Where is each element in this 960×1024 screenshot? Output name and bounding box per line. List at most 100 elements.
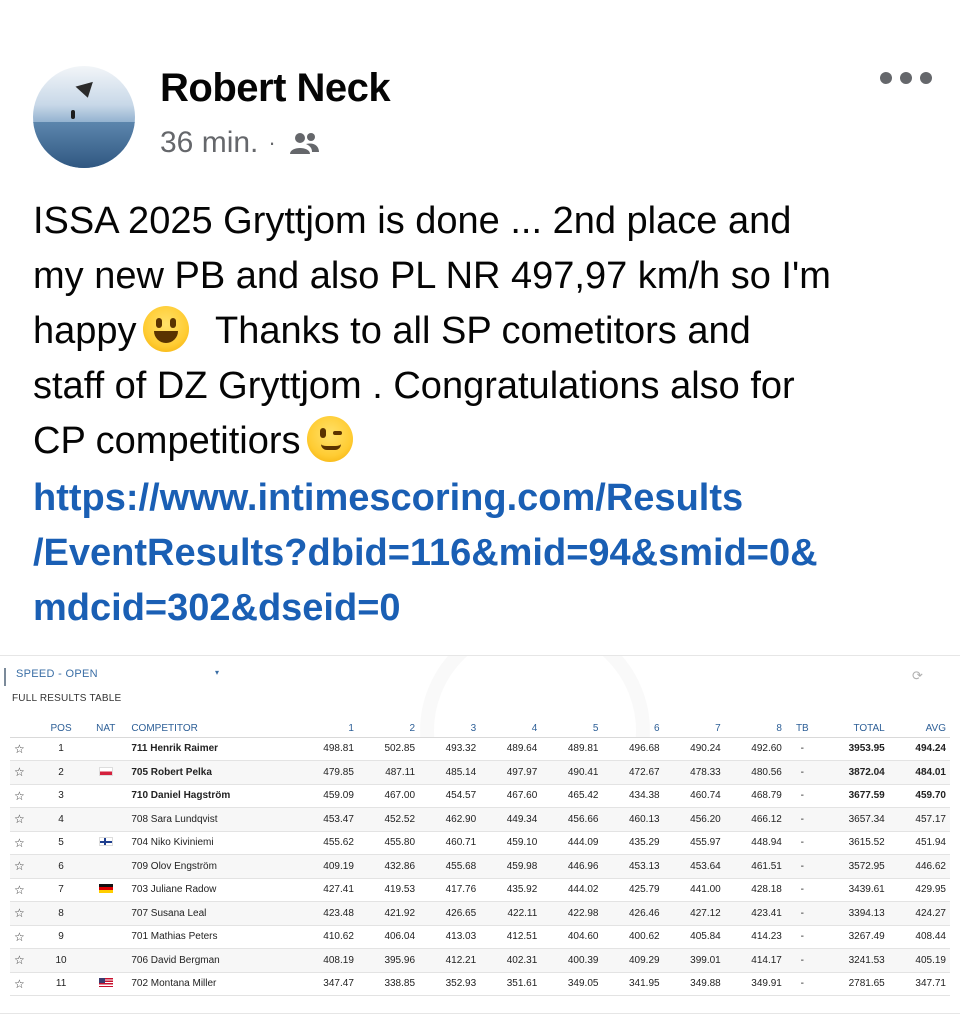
- column-header[interactable]: 3: [419, 720, 481, 738]
- favorite-star-icon[interactable]: ☆: [10, 854, 38, 879]
- column-header[interactable]: AVG: [888, 720, 950, 738]
- table-row[interactable]: ☆ 8 707 Susana Leal 423.48 421.92 426.65 422.1…: [10, 901, 950, 926]
- flag-icon: [98, 884, 113, 894]
- table-row[interactable]: ☆ 1 711 Henrik Raimer 498.81 502.85 493.32 489…: [10, 737, 950, 761]
- nationality-cell: [84, 972, 128, 996]
- favorite-star-icon[interactable]: ☆: [10, 807, 38, 832]
- table-row[interactable]: ☆ 7 703 Juliane Radow 427.41 419.53 417.76 435…: [10, 878, 950, 902]
- link-line[interactable]: mdcid=302&dseid=0: [33, 581, 933, 636]
- column-header[interactable]: NAT: [84, 720, 128, 738]
- results-image[interactable]: SPEED - OPEN ▾ ⟳ FULL RESULTS TABLE POS …: [0, 655, 960, 1014]
- favorite-star-icon[interactable]: ☆: [10, 972, 38, 996]
- r7-cell: 490.24: [663, 737, 725, 761]
- favorite-star-icon[interactable]: ☆: [10, 901, 38, 926]
- table-row[interactable]: ☆ 6 709 Olov Engström 409.19 432.86 455.68 459…: [10, 854, 950, 879]
- results-subtitle: FULL RESULTS TABLE: [12, 693, 122, 704]
- more-dot: [900, 72, 912, 84]
- nationality-cell: [84, 878, 128, 902]
- nationality-cell: [84, 831, 128, 855]
- r5-cell: 349.05: [541, 972, 603, 996]
- favorite-star-icon[interactable]: ☆: [10, 737, 38, 761]
- r8-cell: 480.56: [724, 760, 786, 785]
- grinning-face-icon: [142, 306, 189, 352]
- r5-cell: 465.42: [541, 784, 603, 808]
- post-line-text: happy: [33, 310, 137, 352]
- r1-cell: 423.48: [296, 901, 358, 926]
- r3-cell: 454.57: [419, 784, 481, 808]
- avatar-horizon: [33, 122, 135, 168]
- column-header[interactable]: 6: [602, 720, 664, 738]
- table-row[interactable]: ☆ 9 701 Mathias Peters 410.62 406.04 413.03 41…: [10, 925, 950, 949]
- nationality-cell: [84, 948, 128, 973]
- category-select[interactable]: SPEED - OPEN: [16, 668, 98, 680]
- total-cell: 3439.61: [818, 878, 889, 902]
- r6-cell: 400.62: [602, 925, 664, 949]
- column-header[interactable]: 1: [296, 720, 358, 738]
- total-cell: 3267.49: [818, 925, 889, 949]
- table-row[interactable]: ☆ 10 706 David Bergman 408.19 395.96 412.21 40…: [10, 948, 950, 973]
- favorite-star-icon[interactable]: ☆: [10, 925, 38, 949]
- column-header-star: [10, 720, 38, 738]
- r2-cell: 487.11: [357, 760, 420, 785]
- r5-cell: 490.41: [541, 760, 603, 785]
- favorite-star-icon[interactable]: ☆: [10, 878, 38, 902]
- column-header[interactable]: 8: [724, 720, 786, 738]
- table-row[interactable]: ☆ 4 708 Sara Lundqvist 453.47 452.52 462.90 44…: [10, 807, 950, 832]
- favorite-star-icon[interactable]: ☆: [10, 760, 38, 785]
- results-link[interactable]: https://www.intimescoring.com/Results /E…: [33, 471, 933, 636]
- column-header[interactable]: 7: [663, 720, 725, 738]
- r7-cell: 399.01: [663, 948, 725, 973]
- table-row[interactable]: ☆ 2 705 Robert Pelka 479.85 487.11 485.14 497.…: [10, 760, 950, 785]
- post-time[interactable]: 36 min.: [160, 126, 258, 160]
- competitor-cell: 707 Susana Leal: [127, 901, 297, 926]
- author-name[interactable]: Robert Neck: [160, 66, 391, 111]
- total-cell: 3241.53: [818, 948, 889, 973]
- r3-cell: 462.90: [419, 807, 481, 832]
- r2-cell: 338.85: [357, 972, 420, 996]
- column-header[interactable]: POS: [38, 720, 85, 738]
- competitor-cell: 702 Montana Miller: [127, 972, 297, 996]
- link-line[interactable]: /EventResults?dbid=116&mid=94&smid=0&: [33, 526, 933, 581]
- more-options-icon[interactable]: [880, 72, 932, 84]
- r3-cell: 485.14: [419, 760, 481, 785]
- r7-cell: 349.88: [663, 972, 725, 996]
- r5-cell: 422.98: [541, 901, 603, 926]
- chevron-down-icon[interactable]: ▾: [215, 668, 219, 677]
- column-header[interactable]: 4: [480, 720, 542, 738]
- table-row[interactable]: ☆ 11 702 Montana Miller 347.47 338.85 352.93 3…: [10, 972, 950, 996]
- competitor-cell: 709 Olov Engström: [127, 854, 297, 879]
- r5-cell: 444.02: [541, 878, 603, 902]
- avatar-flyer-shape: [71, 110, 75, 119]
- r6-cell: 409.29: [602, 948, 664, 973]
- r7-cell: 478.33: [663, 760, 725, 785]
- r1-cell: 427.41: [296, 878, 358, 902]
- author-avatar[interactable]: [33, 66, 135, 168]
- r8-cell: 492.60: [724, 737, 786, 761]
- refresh-icon[interactable]: ⟳: [912, 668, 923, 684]
- favorite-star-icon[interactable]: ☆: [10, 831, 38, 855]
- r5-cell: 446.96: [541, 854, 603, 879]
- r5-cell: 400.39: [541, 948, 603, 973]
- favorite-star-icon[interactable]: ☆: [10, 948, 38, 973]
- r4-cell: 489.64: [480, 737, 542, 761]
- tb-cell: -: [785, 737, 819, 761]
- column-header[interactable]: COMPETITOR: [127, 720, 297, 738]
- total-cell: 3677.59: [818, 784, 889, 808]
- column-header[interactable]: 5: [541, 720, 603, 738]
- favorite-star-icon[interactable]: ☆: [10, 784, 38, 808]
- r1-cell: 498.81: [296, 737, 358, 761]
- tb-cell: -: [785, 760, 819, 785]
- pos-cell: 9: [38, 925, 85, 949]
- column-header[interactable]: TB: [785, 720, 819, 738]
- table-row[interactable]: ☆ 5 704 Niko Kiviniemi 455.62 455.80 460.71 45…: [10, 831, 950, 855]
- r2-cell: 455.80: [357, 831, 420, 855]
- friends-icon[interactable]: [288, 130, 320, 156]
- r3-cell: 426.65: [419, 901, 481, 926]
- avg-cell: 429.95: [888, 878, 950, 902]
- r1-cell: 408.19: [296, 948, 358, 973]
- column-header[interactable]: 2: [357, 720, 420, 738]
- table-row[interactable]: ☆ 3 710 Daniel Hagström 459.09 467.00 454.57 4…: [10, 784, 950, 808]
- column-header[interactable]: TOTAL: [818, 720, 889, 738]
- results-body: ☆ 1 711 Henrik Raimer 498.81 502.85 493.32 489…: [10, 737, 950, 996]
- link-line[interactable]: https://www.intimescoring.com/Results: [33, 471, 933, 526]
